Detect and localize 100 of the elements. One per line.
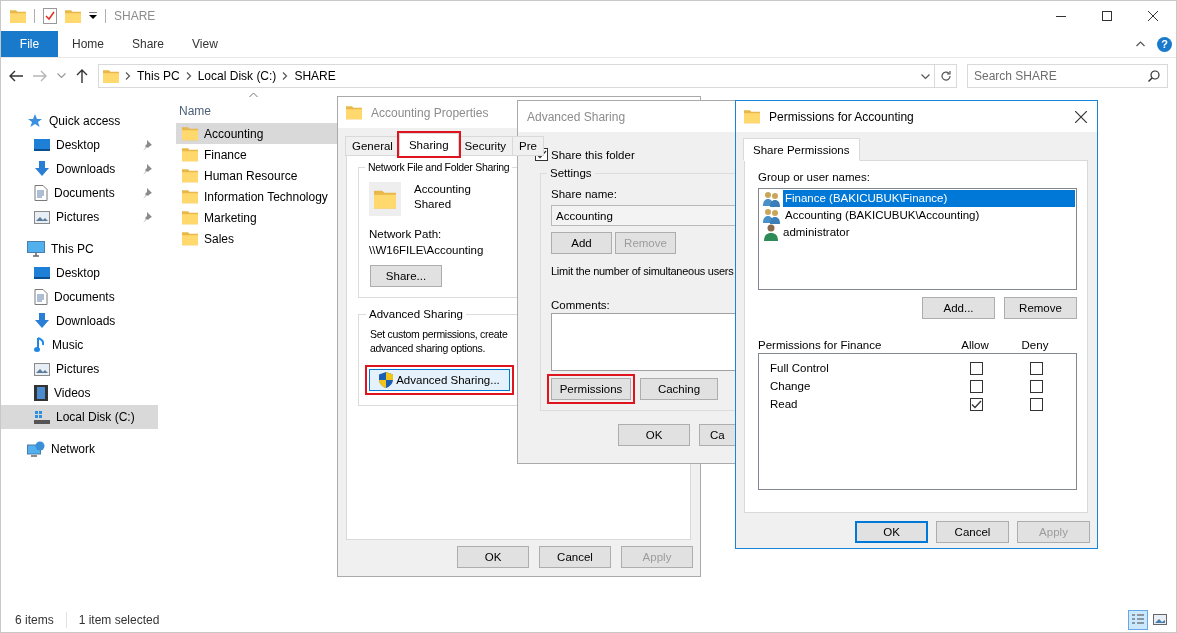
file-row[interactable]: Accounting <box>176 123 338 144</box>
refresh-button[interactable] <box>935 64 957 88</box>
dialog-button[interactable]: Add... <box>922 297 995 319</box>
share-name-field[interactable]: Accounting <box>551 205 735 226</box>
dialog-button[interactable]: Cancel <box>539 546 611 568</box>
nav-item[interactable]: Music <box>1 333 158 357</box>
allow-checkbox[interactable] <box>969 361 983 375</box>
ribbon-tab[interactable]: Share <box>118 31 179 57</box>
breadcrumb-item[interactable]: This PC <box>137 69 180 83</box>
field-label: Comments: <box>551 298 611 312</box>
folder-icon <box>182 168 198 183</box>
down-arrow-icon <box>34 161 50 177</box>
user-list-item[interactable]: Accounting (BAKICUBUK\Accounting) <box>763 207 1076 224</box>
folder-icon <box>103 68 119 84</box>
nav-item[interactable]: Pictures <box>1 205 158 229</box>
monitor-icon <box>27 241 45 257</box>
advanced-sharing-button[interactable]: Advanced Sharing... <box>369 369 510 391</box>
folder-icon <box>744 109 760 124</box>
dialog-tab[interactable]: Pre <box>512 136 544 156</box>
user-list[interactable]: Finance (BAKICUBUK\Finance) Accounting (BAKICUBUK\Accounting) administrator <box>758 188 1077 290</box>
permission-name: Read <box>770 398 799 410</box>
deny-checkbox[interactable] <box>1029 361 1043 375</box>
file-row[interactable]: Sales <box>176 228 338 249</box>
ribbon-tab[interactable]: View <box>178 31 232 57</box>
picture-icon <box>1153 613 1167 626</box>
dialog-button[interactable]: OK <box>855 521 928 543</box>
deny-checkbox[interactable] <box>1029 379 1043 393</box>
dialog-button[interactable]: Caching <box>640 378 718 400</box>
checkmark-icon <box>970 399 982 409</box>
nav-item[interactable]: Local Disk (C:) <box>1 405 158 429</box>
folder-icon <box>182 210 198 225</box>
file-name: Marketing <box>204 210 257 225</box>
limit-label: Limit the number of simultaneous users <box>551 264 735 278</box>
close-icon[interactable] <box>1148 11 1158 21</box>
nav-item[interactable]: Videos <box>1 381 158 405</box>
file-row[interactable]: Information Technology <box>176 186 338 207</box>
description-line: Set custom permissions, create <box>370 327 509 341</box>
dialog-button[interactable]: Ca <box>699 424 735 446</box>
film-icon <box>34 385 48 401</box>
column-header: Deny <box>1021 339 1049 351</box>
down-arrow-icon <box>34 313 50 329</box>
pin-icon <box>142 187 152 199</box>
help-button[interactable]: ? <box>1157 36 1172 52</box>
nav-item[interactable]: Downloads <box>1 309 158 333</box>
recent-locations-icon[interactable] <box>57 73 66 79</box>
nav-item[interactable]: Pictures <box>1 357 158 381</box>
folder-icon <box>346 105 362 120</box>
dialog-button[interactable]: OK <box>457 546 529 568</box>
details-view-button[interactable] <box>1128 609 1148 630</box>
dialog-button[interactable]: Remove <box>1004 297 1077 319</box>
nav-item[interactable]: Network <box>1 437 158 461</box>
share-button[interactable]: Share... <box>370 265 442 287</box>
permissions-label: Permissions for Finance <box>758 339 883 351</box>
dialog-title: Accounting Properties <box>371 105 489 120</box>
dialog-button[interactable]: Add <box>551 232 612 254</box>
column-header: Allow <box>961 339 989 351</box>
allow-checkbox[interactable] <box>969 379 983 393</box>
dialog-button[interactable]: OK <box>618 424 690 446</box>
nav-item[interactable]: Desktop <box>1 261 158 285</box>
address-dropdown-icon[interactable] <box>921 74 930 80</box>
maximize-icon[interactable] <box>1102 11 1112 21</box>
minimize-icon[interactable] <box>1056 15 1066 17</box>
search-field[interactable]: Search SHARE <box>967 64 1168 88</box>
address-bar[interactable]: This PC Local Disk (C:) SHARE <box>98 64 935 88</box>
refresh-icon <box>939 70 952 82</box>
up-arrow-icon[interactable] <box>76 69 88 83</box>
ribbon-tab[interactable]: Home <box>58 31 118 57</box>
nav-item[interactable]: This PC <box>1 237 158 261</box>
nav-item[interactable]: Documents <box>1 285 158 309</box>
group-heading: Settings <box>549 167 593 179</box>
file-row[interactable]: Human Resource <box>176 165 338 186</box>
back-arrow-icon[interactable] <box>9 70 23 82</box>
drive-icon <box>34 410 50 424</box>
nav-item[interactable]: Documents <box>1 181 158 205</box>
user-list-item[interactable]: administrator <box>763 224 1076 241</box>
nav-item[interactable]: Desktop <box>1 133 158 157</box>
folder-icon <box>182 147 198 162</box>
file-row[interactable]: Finance <box>176 144 338 165</box>
nav-item[interactable]: Quick access <box>1 109 158 133</box>
dialog-tab[interactable]: Share Permissions <box>743 138 860 161</box>
file-row[interactable]: Marketing <box>176 207 338 228</box>
breadcrumb-item[interactable]: SHARE <box>294 69 336 83</box>
customize-dropdown-icon[interactable] <box>89 12 97 20</box>
allow-checkbox[interactable] <box>969 397 983 411</box>
deny-checkbox[interactable] <box>1029 397 1043 411</box>
dialog-tab[interactable]: Sharing <box>398 133 459 156</box>
properties-icon[interactable] <box>43 8 57 24</box>
dialog-button[interactable]: Cancel <box>936 521 1009 543</box>
comments-field[interactable] <box>551 313 735 371</box>
breadcrumb-item[interactable]: Local Disk (C:) <box>197 69 277 83</box>
close-icon[interactable] <box>1075 110 1087 123</box>
nav-item[interactable]: Downloads <box>1 157 158 181</box>
field-label: Group or user names: <box>758 170 871 184</box>
expand-ribbon-icon[interactable] <box>1136 41 1145 47</box>
dialog-tab[interactable]: General <box>345 136 400 156</box>
dialog-title: Advanced Sharing <box>527 109 626 124</box>
details-list-icon <box>1132 613 1144 626</box>
item-count: 6 items <box>15 612 54 627</box>
dialog-button[interactable]: Permissions <box>551 378 631 400</box>
file-menu-tab[interactable]: File <box>1 31 58 57</box>
